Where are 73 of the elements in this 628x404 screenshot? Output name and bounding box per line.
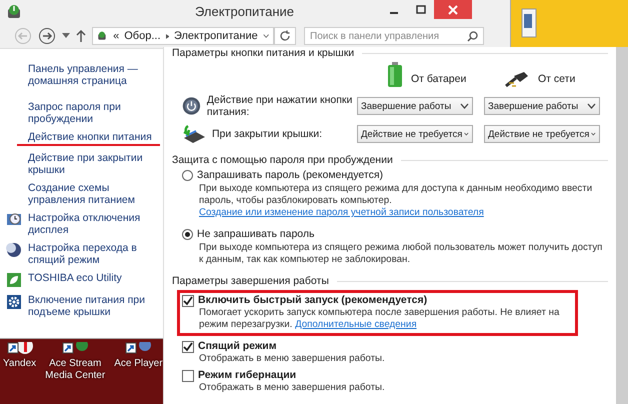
option-label[interactable]: Запрашивать пароль (рекомендуется) <box>197 169 384 182</box>
chevron-down-icon <box>591 131 596 137</box>
shortcut-icon[interactable] <box>62 342 88 356</box>
search-icon[interactable] <box>467 30 478 42</box>
checkbox[interactable] <box>182 294 194 306</box>
sidebar-link[interactable]: Действие кнопки питания <box>17 131 160 146</box>
sidebar-link[interactable]: Запрос пароля при пробуждении <box>28 101 163 125</box>
option-label[interactable]: Не запрашивать пароль <box>197 228 314 241</box>
laptop-icon <box>182 124 206 144</box>
leaf-icon[interactable] <box>6 272 22 288</box>
maximize-icon <box>416 4 426 14</box>
gear-icon[interactable] <box>6 294 22 310</box>
section-heading: Параметры кнопки питания и крышки <box>172 47 354 59</box>
checkbox[interactable] <box>182 370 194 382</box>
chevron-down-icon <box>464 131 469 137</box>
sidebar-link[interactable]: Создание схемы управления питанием <box>28 182 163 206</box>
shortcut-icon[interactable] <box>125 342 152 356</box>
account-password-link[interactable]: Создание или изменение пароля учетной записи пользователя <box>199 207 484 218</box>
close-icon <box>448 4 458 14</box>
option-description: Отображать в меню завершения работы. <box>199 353 386 365</box>
chevron-down-icon <box>587 103 596 109</box>
option-description: Помогает ускорить запуск компьютера после завершения работы. Не влияет на режим перезагрузки. Дополнительные сведения <box>199 307 560 331</box>
chevron-down-icon[interactable] <box>262 33 269 39</box>
option-description: При выходе компьютера из спящего режима любой пользователь может получить доступ к данным, так как компьютер не заблокирован. <box>199 242 604 266</box>
radio-button[interactable] <box>182 170 193 181</box>
setting-label: Действие при нажатии кнопки питания: <box>206 94 354 118</box>
sidebar-link[interactable]: Включение питания при подъеме крышки <box>28 294 163 318</box>
sidebar-link[interactable]: TOSHIBA eco Utility <box>28 272 122 284</box>
radio-button[interactable] <box>182 229 193 240</box>
moon-icon[interactable] <box>6 242 22 258</box>
scrollbar[interactable] <box>616 47 628 404</box>
dropdown[interactable]: Действие не требуется <box>484 125 600 143</box>
setting-label: При закрытии крышки: <box>212 128 322 140</box>
shortcut-label[interactable]: Ace Stream Media Center <box>44 358 106 382</box>
refresh-icon <box>279 30 291 42</box>
more-info-link[interactable]: Дополнительные сведения <box>295 319 417 330</box>
sidebar-link[interactable]: Настройка перехода в спящий режим <box>28 242 163 266</box>
power-plug-icon <box>504 70 530 88</box>
dropdown[interactable]: Действие не требуется <box>357 125 473 143</box>
battery-icon <box>387 62 403 88</box>
option-description: При выходе компьютера из спящего режима для доступа к данным необходимо ввести пароль, чтобы разблокировать компьютер. Создание или изменение пароля учетной записи пользователя <box>199 183 594 219</box>
column-header: От сети <box>538 73 576 87</box>
column-header: От батареи <box>411 73 466 87</box>
dropdown[interactable]: Завершение работы <box>357 97 473 115</box>
sidebar-link[interactable]: Действие при закрытии крышки <box>28 152 163 176</box>
refresh-button[interactable] <box>274 27 296 45</box>
sidebar-link[interactable]: Панель управления — домашняя страница <box>28 63 163 87</box>
shortcut-label[interactable]: Ace Player <box>114 358 163 370</box>
chevron-down-icon <box>460 103 469 109</box>
search-field[interactable]: Поиск в панели управления <box>304 27 484 45</box>
up-arrow-icon[interactable] <box>76 30 86 42</box>
forward-icon[interactable] <box>38 27 56 45</box>
breadcrumb-item[interactable]: Обор... <box>124 30 160 42</box>
option-label[interactable]: Включить быстрый запуск (рекомендуется) <box>198 294 428 307</box>
option-description: Отображать в меню завершения работы. <box>199 382 386 394</box>
sidebar-link[interactable]: Настройка отключения дисплея <box>28 212 163 236</box>
minimize-icon <box>390 12 398 14</box>
breadcrumb-separator-icon <box>166 32 169 40</box>
close-button[interactable] <box>434 0 472 19</box>
option-label[interactable]: Спящий режим <box>198 340 277 353</box>
address-field[interactable]: « Обор... Электропитание <box>92 27 274 45</box>
document-icon[interactable] <box>521 8 537 38</box>
window-title: Электропитание <box>195 4 294 19</box>
checkbox[interactable] <box>182 340 194 352</box>
section-heading: Параметры завершения работы <box>172 275 329 287</box>
option-label[interactable]: Режим гибернации <box>198 369 296 382</box>
section-heading: Защита с помощью пароля при пробуждении <box>172 154 393 166</box>
shortcut-icon[interactable] <box>6 342 33 356</box>
shortcut-label[interactable]: Yandex <box>3 358 36 370</box>
clock-icon[interactable] <box>6 212 22 228</box>
dropdown-caret-icon[interactable] <box>62 33 70 39</box>
breadcrumb-item[interactable]: Электропитание <box>174 30 258 42</box>
dropdown[interactable]: Завершение работы <box>484 97 600 115</box>
